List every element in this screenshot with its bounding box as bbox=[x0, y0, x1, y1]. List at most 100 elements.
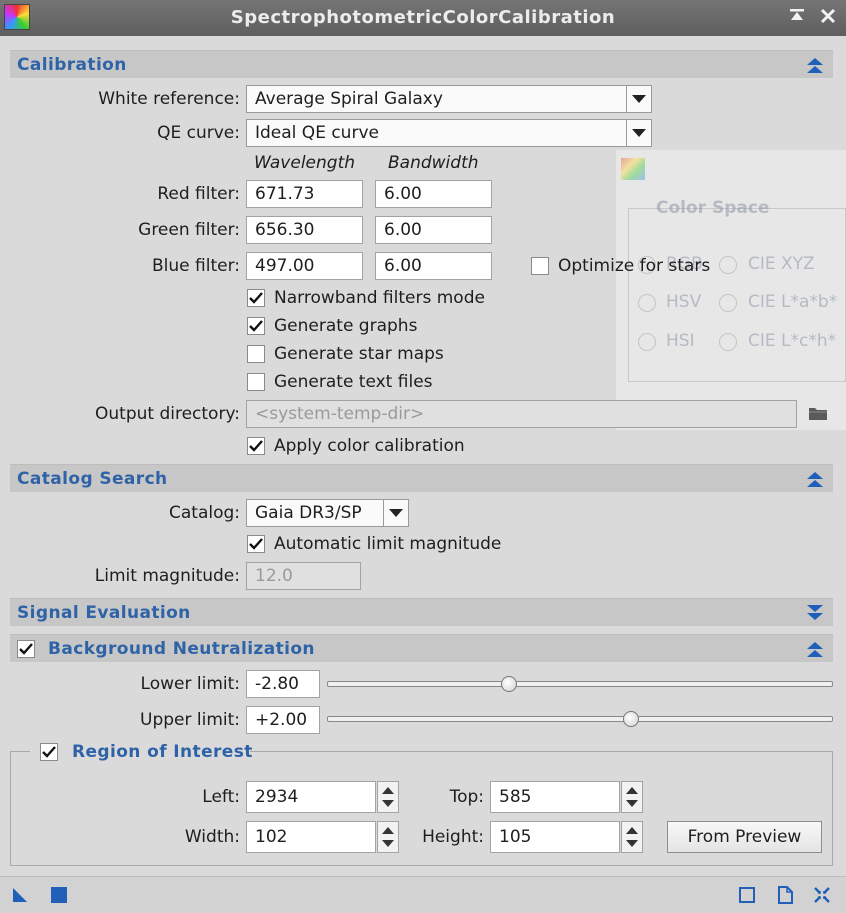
output-directory-label: Output directory: bbox=[95, 404, 240, 424]
collapse-icon[interactable] bbox=[805, 469, 825, 489]
option-hsi: HSI bbox=[666, 331, 695, 351]
red-bandwidth-input[interactable]: 6.00 bbox=[375, 180, 492, 208]
auto-limit-checkbox[interactable] bbox=[247, 535, 265, 553]
limit-magnitude-input[interactable]: 12.0 bbox=[246, 562, 361, 590]
white-reference-select[interactable]: Average Spiral Galaxy bbox=[246, 85, 652, 113]
color-space-title: Color Space bbox=[656, 198, 770, 218]
chevron-down-icon[interactable] bbox=[626, 86, 651, 112]
limit-magnitude-label: Limit magnitude: bbox=[94, 566, 240, 586]
spin-up-icon bbox=[626, 827, 638, 834]
section-signal-evaluation[interactable]: Signal Evaluation bbox=[10, 598, 833, 626]
section-calibration[interactable]: Calibration bbox=[10, 50, 833, 78]
section-background-neutralization[interactable]: Background Neutralization bbox=[10, 634, 833, 662]
narrowband-label: Narrowband filters mode bbox=[274, 288, 485, 308]
section-title: Calibration bbox=[17, 55, 127, 75]
roi-width-input[interactable]: 102 bbox=[246, 821, 376, 853]
generate-graphs-checkbox[interactable] bbox=[247, 317, 265, 335]
radio-hsi bbox=[638, 333, 656, 351]
lower-limit-slider[interactable] bbox=[327, 681, 833, 687]
radio-cie-lch bbox=[719, 333, 737, 351]
apply-color-calibration-checkbox[interactable] bbox=[247, 437, 265, 455]
generate-text-files-checkbox[interactable] bbox=[247, 373, 265, 391]
option-hsv: HSV bbox=[666, 292, 702, 312]
option-cie-xyz: CIE XYZ bbox=[748, 254, 815, 274]
generate-star-maps-label: Generate star maps bbox=[274, 344, 444, 364]
lower-limit-slider-handle[interactable] bbox=[501, 676, 518, 692]
window-title: SpectrophotometricColorCalibration bbox=[230, 7, 616, 28]
qe-curve-select[interactable]: Ideal QE curve bbox=[246, 119, 652, 147]
bottom-toolbar bbox=[0, 876, 846, 913]
upper-limit-slider-handle[interactable] bbox=[622, 711, 639, 727]
narrowband-checkbox[interactable] bbox=[247, 289, 265, 307]
roi-left-label: Left: bbox=[202, 787, 240, 807]
spin-down-icon bbox=[626, 800, 638, 807]
upper-limit-input[interactable]: +2.00 bbox=[246, 706, 320, 734]
catalog-value: Gaia DR3/SP bbox=[255, 503, 362, 523]
background-neutralization-checkbox[interactable] bbox=[17, 640, 35, 658]
generate-graphs-label: Generate graphs bbox=[274, 316, 418, 336]
catalog-select[interactable]: Gaia DR3/SP bbox=[246, 499, 409, 527]
optimize-for-stars-label: Optimize for stars bbox=[558, 256, 711, 276]
catalog-label: Catalog: bbox=[168, 503, 240, 523]
reset-icon[interactable] bbox=[738, 886, 758, 906]
roi-width-label: Width: bbox=[184, 827, 240, 847]
document-icon[interactable] bbox=[776, 886, 796, 906]
radio-cie-lab bbox=[719, 294, 737, 312]
section-title: Catalog Search bbox=[17, 469, 168, 489]
check-icon bbox=[249, 292, 263, 304]
from-preview-button[interactable]: From Preview bbox=[667, 821, 822, 853]
chevron-down-icon[interactable] bbox=[626, 120, 651, 146]
shade-icon[interactable] bbox=[784, 4, 810, 32]
roi-checkbox[interactable] bbox=[40, 743, 58, 761]
chevron-down-icon[interactable] bbox=[383, 500, 408, 526]
output-directory-input[interactable]: <system-temp-dir> bbox=[246, 400, 797, 428]
radio-hsv bbox=[638, 294, 656, 312]
roi-top-input[interactable]: 585 bbox=[490, 781, 620, 813]
check-icon bbox=[249, 320, 263, 332]
wavelength-header: Wavelength bbox=[254, 153, 356, 173]
roi-left-input[interactable]: 2934 bbox=[246, 781, 376, 813]
white-reference-value: Average Spiral Galaxy bbox=[255, 89, 443, 109]
check-icon bbox=[249, 440, 263, 452]
option-cie-lch: CIE L*c*h* bbox=[748, 331, 837, 351]
green-wavelength-input[interactable]: 656.30 bbox=[246, 216, 363, 244]
lower-limit-input[interactable]: -2.80 bbox=[246, 670, 320, 698]
optimize-for-stars-checkbox[interactable] bbox=[531, 257, 549, 275]
roi-height-spinner[interactable] bbox=[621, 821, 643, 853]
folder-icon[interactable] bbox=[807, 403, 831, 425]
background-window-overlay: Color Space RGB CIE XYZ HSV CIE L*a*b* H… bbox=[616, 150, 846, 430]
roi-height-input[interactable]: 105 bbox=[490, 821, 620, 853]
preferences-icon[interactable] bbox=[813, 886, 833, 906]
collapse-icon[interactable] bbox=[805, 55, 825, 75]
section-title: Signal Evaluation bbox=[17, 603, 191, 623]
collapse-icon[interactable] bbox=[805, 639, 825, 659]
blue-filter-label: Blue filter: bbox=[152, 256, 240, 276]
auto-limit-label: Automatic limit magnitude bbox=[274, 534, 502, 554]
red-filter-label: Red filter: bbox=[157, 184, 240, 204]
spin-down-icon bbox=[626, 840, 638, 847]
section-catalog-search[interactable]: Catalog Search bbox=[10, 464, 833, 492]
blue-wavelength-input[interactable]: 497.00 bbox=[246, 252, 363, 280]
option-cie-lab: CIE L*a*b* bbox=[748, 292, 838, 312]
generate-text-files-label: Generate text files bbox=[274, 372, 433, 392]
close-icon[interactable] bbox=[815, 4, 841, 32]
check-icon bbox=[42, 746, 56, 758]
new-instance-icon[interactable] bbox=[11, 886, 31, 906]
green-bandwidth-input[interactable]: 6.00 bbox=[375, 216, 492, 244]
section-title: Background Neutralization bbox=[48, 639, 315, 659]
roi-top-label: Top: bbox=[449, 787, 484, 807]
green-filter-label: Green filter: bbox=[138, 220, 240, 240]
red-wavelength-input[interactable]: 671.73 bbox=[246, 180, 363, 208]
execute-icon[interactable] bbox=[50, 886, 70, 906]
expand-icon[interactable] bbox=[805, 603, 825, 623]
roi-top-spinner[interactable] bbox=[621, 781, 643, 813]
generate-star-maps-checkbox[interactable] bbox=[247, 345, 265, 363]
qe-curve-label: QE curve: bbox=[157, 123, 240, 143]
roi-height-label: Height: bbox=[422, 827, 484, 847]
qe-curve-value: Ideal QE curve bbox=[255, 123, 379, 143]
check-icon bbox=[19, 643, 33, 655]
upper-limit-slider[interactable] bbox=[327, 716, 833, 722]
roi-title: Region of Interest bbox=[72, 742, 253, 762]
blue-bandwidth-input[interactable]: 6.00 bbox=[375, 252, 492, 280]
white-reference-label: White reference: bbox=[98, 89, 240, 109]
